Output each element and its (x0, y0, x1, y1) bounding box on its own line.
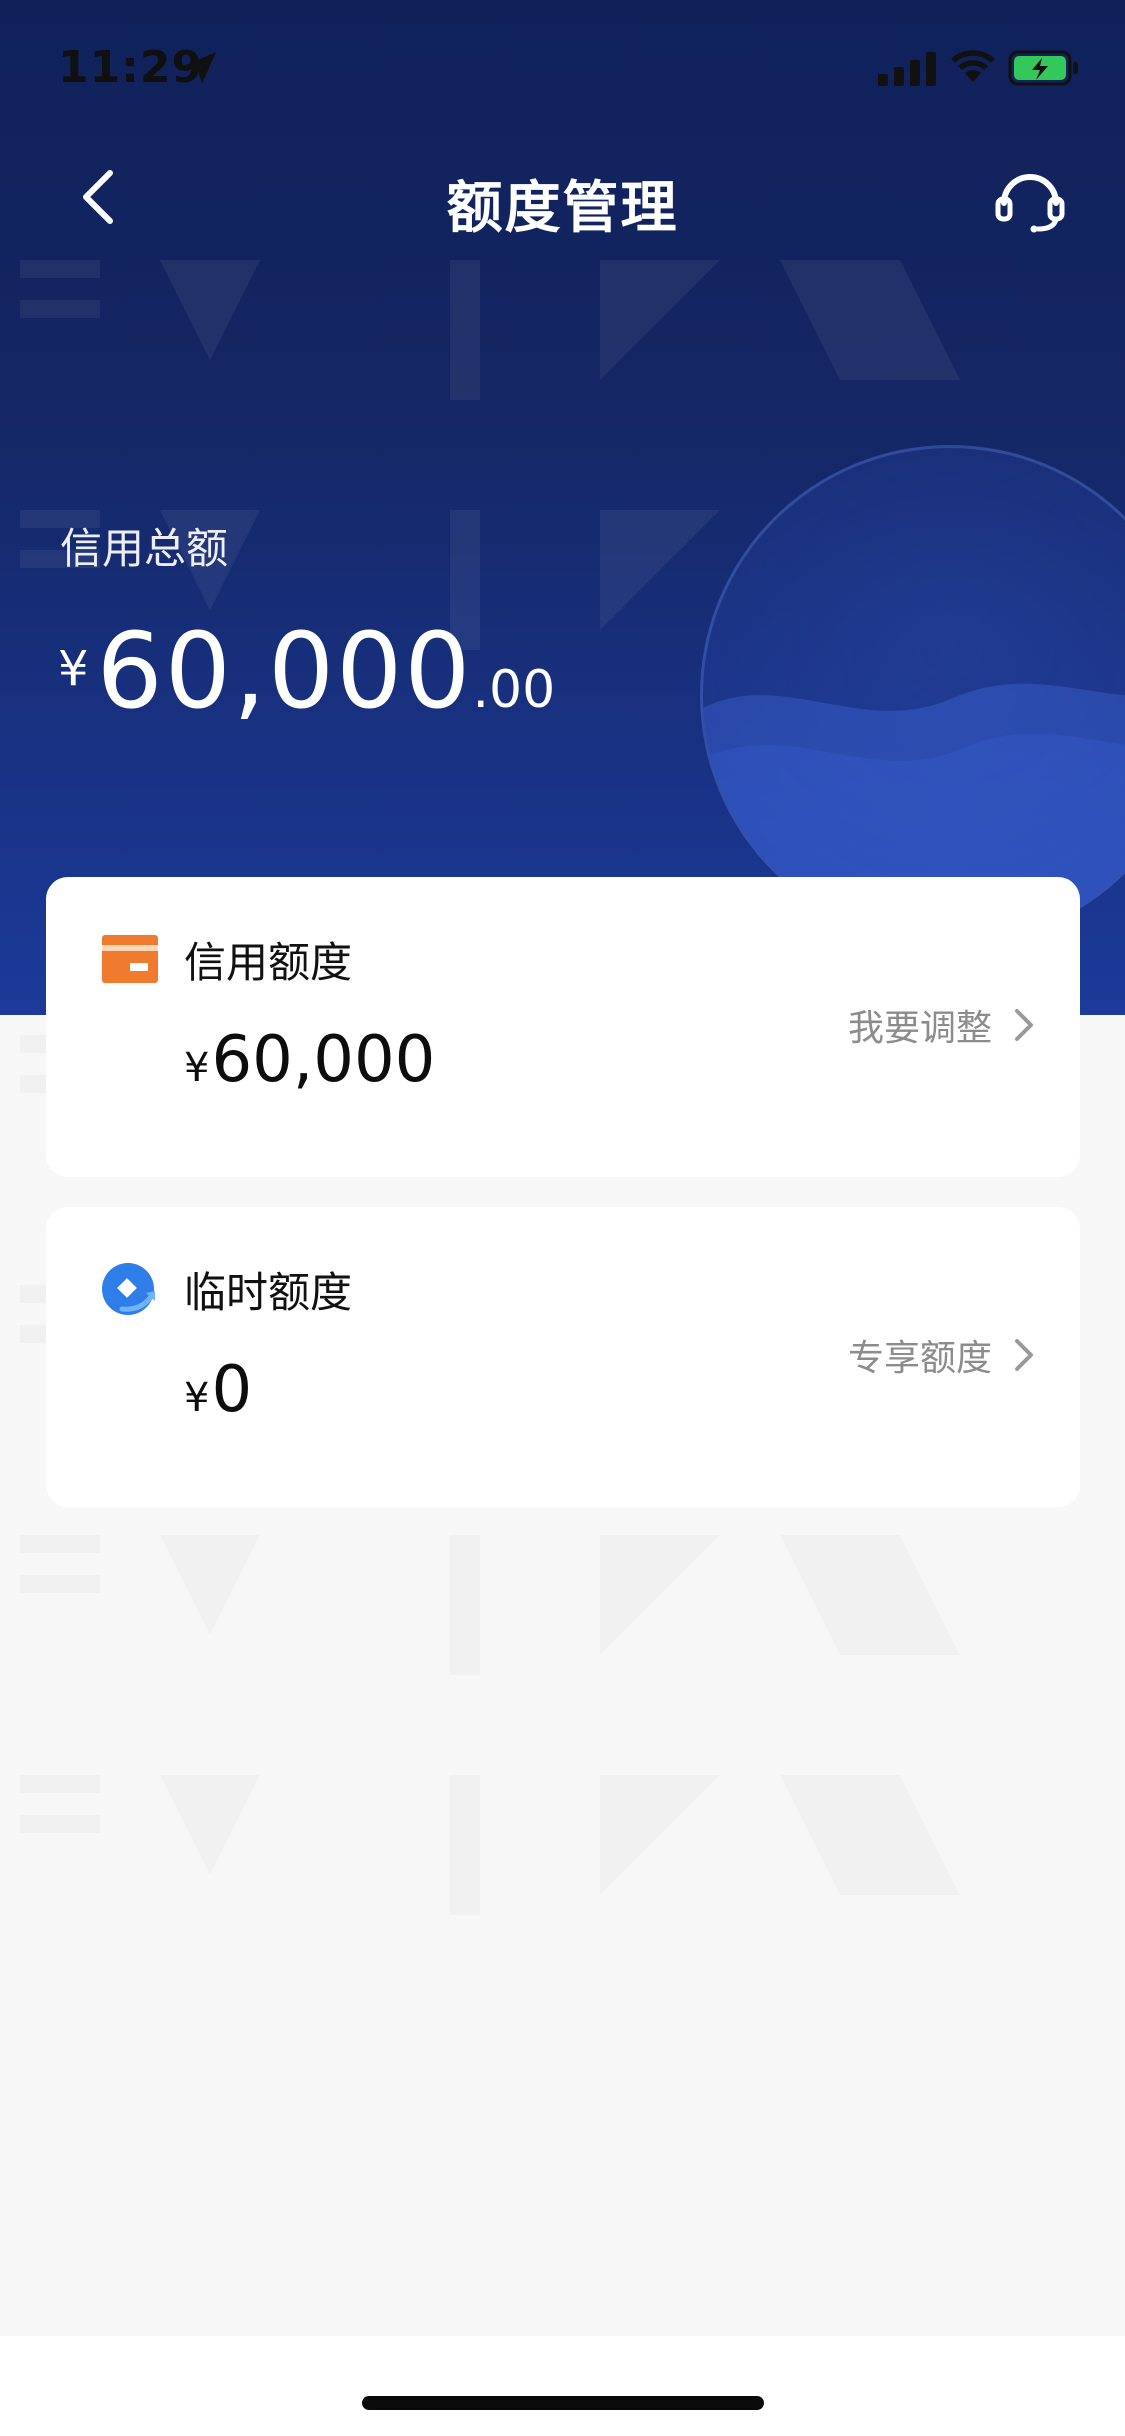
exclusive-link-text: 专享额度 (847, 1338, 992, 1379)
cellular-signal-icon (878, 52, 936, 86)
location-arrow-icon (184, 52, 216, 84)
customer-service-button[interactable] (992, 165, 1068, 235)
card-amount: ¥0 (184, 1353, 252, 1427)
home-indicator[interactable] (362, 2396, 764, 2410)
adjust-limit-link[interactable]: 我要调整 (848, 999, 1034, 1051)
chevron-right-icon (1015, 1009, 1033, 1041)
chevron-right-icon (1015, 1339, 1033, 1371)
credit-card-icon (102, 935, 158, 983)
card-title: 信用额度 (184, 938, 353, 987)
total-amount-integer: 60,000 (96, 610, 473, 732)
total-credit-label: 信用总额 (60, 524, 229, 573)
wifi-icon (951, 50, 995, 82)
home-indicator-area (0, 2336, 1125, 2436)
hero-banner (0, 0, 1125, 1015)
battery-charging-icon (1008, 50, 1078, 86)
temporary-limit-card[interactable]: 临时额度 ¥0 专享额度 (46, 1207, 1080, 1507)
total-credit-amount: ¥60,000.00 (58, 610, 555, 732)
headset-icon (995, 174, 1065, 233)
background-watermark (20, 1035, 960, 1915)
card-amount: ¥60,000 (184, 1023, 435, 1097)
card-title: 临时额度 (184, 1268, 353, 1317)
card-amount-value: 0 (211, 1353, 253, 1427)
temp-credit-icon (102, 1263, 155, 1315)
adjust-link-text: 我要调整 (847, 1008, 992, 1049)
page-title: 额度管理 (446, 176, 679, 241)
exclusive-limit-link[interactable]: 专享额度 (848, 1329, 1034, 1381)
currency-symbol: ¥ (184, 1375, 210, 1421)
card-amount-value: 60,000 (211, 1023, 436, 1097)
status-bar: 11:29 (0, 0, 1125, 140)
total-amount-decimal: .00 (472, 660, 556, 720)
credit-limit-card[interactable]: 信用额度 ¥60,000 我要调整 (46, 877, 1080, 1177)
currency-symbol: ¥ (58, 641, 89, 697)
currency-symbol: ¥ (184, 1045, 210, 1091)
